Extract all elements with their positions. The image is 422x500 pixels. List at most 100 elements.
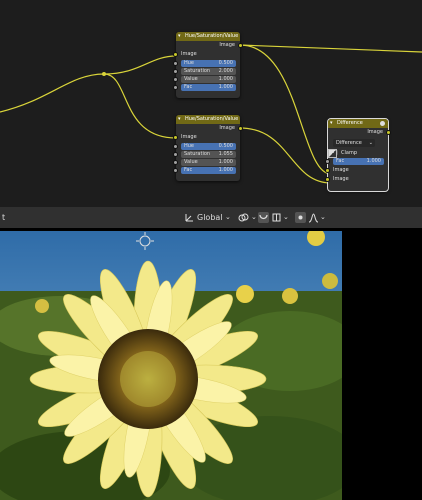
field-label: Saturation [184,68,211,74]
input-socket[interactable] [173,144,178,149]
input-label: Image [333,167,349,173]
input-label: Image [181,134,197,140]
field-value: 2.000 [218,68,233,74]
node-header[interactable]: ▾ Difference [328,119,388,128]
input-image-b-row: Image [325,175,388,184]
input-socket[interactable] [173,69,178,74]
wire-reroute-to-hsv1 [103,55,177,75]
difference-mix-node[interactable]: ▾ Difference Image Difference ⌄ Clamp Fac… [325,118,391,192]
hue-saturation-value-node-2[interactable]: ▾ Hue/Saturation/Value Image Image Hue 0.… [173,115,243,181]
wire-hsv1-to-top-right [239,44,422,53]
input-socket[interactable] [173,61,178,66]
input-image-row: Image [173,133,240,142]
image-viewer[interactable] [0,228,422,500]
sunflower-image [0,231,342,500]
field-label: Saturation [184,151,211,157]
output-label: Image [219,42,235,48]
input-socket[interactable] [173,85,178,90]
chevron-down-icon: ⌄ [368,140,373,146]
input-socket[interactable] [173,77,178,82]
output-socket[interactable] [386,130,391,135]
input-image-a-row: Image [325,166,388,175]
grid-snap-icon [272,213,281,222]
field-value: 1.055 [218,151,233,157]
pivot-point-icon[interactable] [238,212,249,223]
hue-field[interactable]: Hue 0.500 [173,60,236,67]
field-value: 1.000 [366,158,381,164]
node-header[interactable]: ▾ Hue/Saturation/Value [176,115,240,124]
input-socket[interactable] [325,159,330,164]
sunflower-illustration [0,231,342,500]
chevron-down-icon[interactable]: ⌄ [225,207,231,228]
hue-saturation-value-node-1[interactable]: ▾ Hue/Saturation/Value Image Image Hue 0.… [173,32,243,98]
collapse-chevron-icon[interactable]: ▾ [178,32,181,41]
wire-reroute-to-hsv2 [103,73,177,139]
input-label: Image [181,51,197,57]
input-socket[interactable] [325,177,330,182]
output-image-row: Image [176,124,243,133]
use-alpha-icon[interactable] [328,149,337,158]
input-socket[interactable] [173,135,178,140]
field-label: Fac [184,167,193,173]
chevron-down-icon[interactable]: ⌄ [283,207,289,228]
field-value: 0.500 [218,143,233,149]
blend-mode-value: Difference [336,140,362,146]
node-editor[interactable]: ▾ Hue/Saturation/Value Image Image Hue 0.… [0,0,422,207]
output-socket[interactable] [238,43,243,48]
proportional-edit-icon [298,215,303,220]
falloff-icon[interactable] [308,212,319,223]
falloff-curve-icon [308,213,319,223]
field-value: 0.500 [218,60,233,66]
axes-icon [185,214,193,222]
collapse-chevron-icon[interactable]: ▾ [178,115,181,124]
field-value: 1.000 [218,159,233,165]
field-value: 1.000 [218,76,233,82]
node-preview-icon[interactable] [380,121,385,126]
field-value: 1.000 [218,84,233,90]
blend-mode-dropdown[interactable]: Difference ⌄ [333,139,375,147]
header-left-label: t [2,213,6,222]
input-label: Image [333,176,349,182]
output-socket[interactable] [238,126,243,131]
input-socket[interactable] [173,160,178,165]
output-image-row: Image [328,128,391,137]
fac-field[interactable]: Fac 1.000 [173,167,236,174]
field-label: Fac [336,158,345,164]
transform-orientation-icon[interactable] [184,212,195,223]
chevron-down-icon[interactable]: ⌄ [320,207,326,228]
field-value: 1.000 [218,167,233,173]
snap-toggle-button[interactable] [258,212,269,223]
node-header[interactable]: ▾ Hue/Saturation/Value [176,32,240,41]
clamp-row[interactable]: Clamp [328,149,388,157]
field-label: Value [184,76,198,82]
input-socket[interactable] [325,168,330,173]
input-socket[interactable] [173,152,178,157]
node-title: Difference [337,120,363,126]
fac-field[interactable]: Fac 1.000 [173,84,236,91]
wire-source-to-reroute [0,73,105,113]
value-field[interactable]: Value 1.000 [173,159,236,166]
output-label: Image [219,125,235,131]
wire-hsv2-to-difference [239,127,332,184]
chevron-down-icon[interactable]: ⌄ [251,207,257,228]
saturation-field[interactable]: Saturation 1.055 [173,151,236,158]
fac-field[interactable]: Fac 1.000 [325,158,384,165]
saturation-field[interactable]: Saturation 2.000 [173,68,236,75]
magnet-icon [259,214,268,220]
snap-target-icon[interactable] [271,212,282,223]
clamp-label: Clamp [341,150,357,156]
input-socket[interactable] [173,52,178,57]
reroute-node [102,72,106,76]
output-image-row: Image [176,41,243,50]
field-label: Hue [184,60,195,66]
input-socket[interactable] [173,168,178,173]
field-label: Value [184,159,198,165]
collapse-chevron-icon[interactable]: ▾ [330,119,333,128]
transform-orientation-dropdown[interactable]: Global [197,207,223,228]
wire-hsv1-to-difference [239,44,332,175]
proportional-editing-toggle[interactable] [295,212,306,223]
link-icon [238,213,249,222]
viewport-header: t Global ⌄ ⌄ ⌄ ⌄ [0,207,422,229]
hue-field[interactable]: Hue 0.500 [173,143,236,150]
value-field[interactable]: Value 1.000 [173,76,236,83]
